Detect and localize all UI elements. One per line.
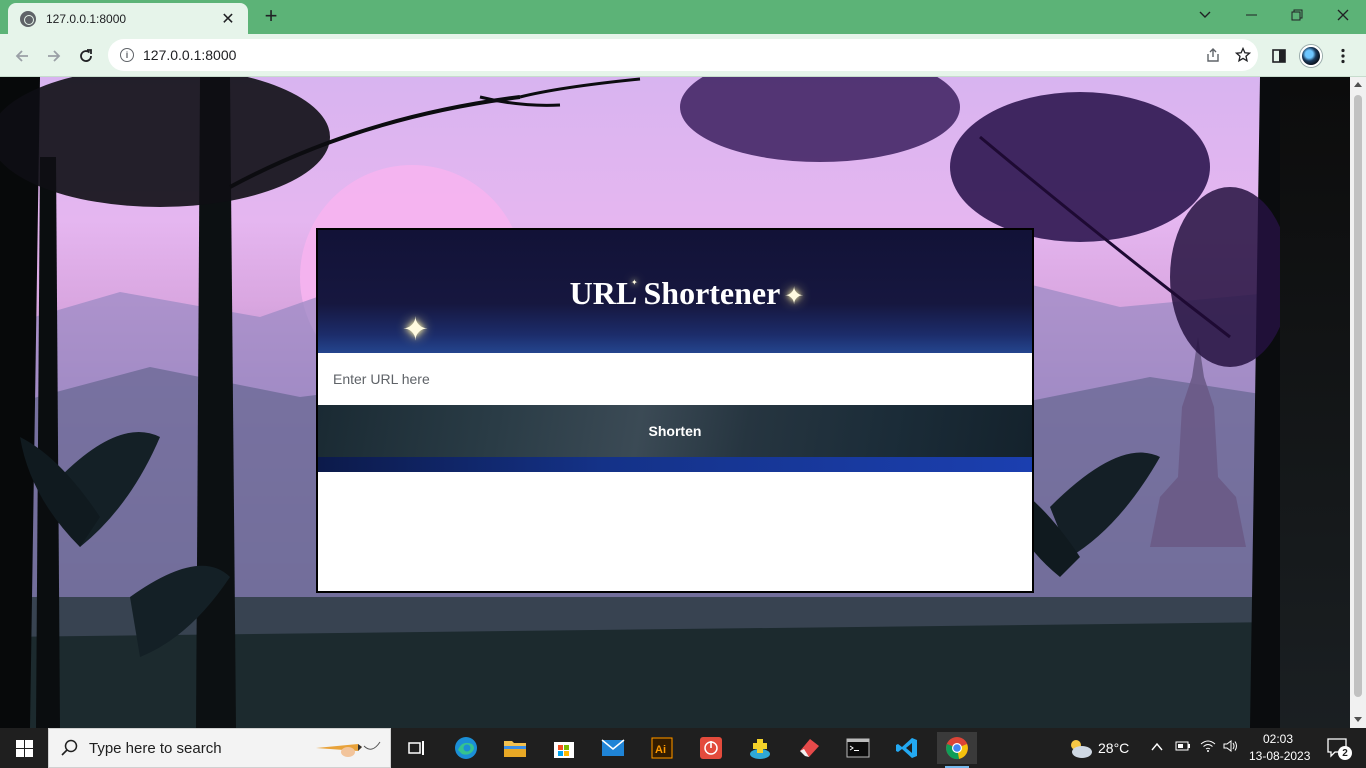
medkit-icon (750, 739, 770, 759)
search-highlight-pencil-icon (316, 741, 381, 757)
sparkle-icon: ✦ (631, 278, 638, 287)
sparkle-icon: ✦ (402, 311, 429, 347)
minimize-icon (1245, 14, 1257, 16)
reload-button[interactable] (73, 43, 99, 69)
share-icon[interactable] (1198, 40, 1228, 70)
clock-time[interactable]: 02:03 (1263, 732, 1293, 746)
search-placeholder[interactable]: Type here to search (89, 740, 222, 757)
reload-icon (80, 49, 92, 62)
page-viewport: ✦ ✦ ✦ URL Shortener Shorten (0, 77, 1350, 728)
back-button[interactable] (9, 43, 35, 69)
power-icon (700, 737, 722, 759)
background-edge (1280, 77, 1350, 728)
page-scrollbar[interactable] (1350, 77, 1366, 728)
globe-icon (20, 10, 36, 27)
profile-button[interactable] (1298, 43, 1324, 69)
volume-icon[interactable] (1223, 740, 1239, 755)
wifi-icon[interactable] (1200, 740, 1216, 755)
power-app[interactable] (691, 732, 731, 764)
arrow-right-icon (48, 50, 61, 62)
minimize-button[interactable] (1228, 0, 1274, 30)
partly-cloudy-icon (1071, 740, 1092, 758)
weather-temperature[interactable]: 28°C (1098, 740, 1129, 756)
start-button[interactable] (0, 728, 48, 768)
notification-center-button[interactable]: 2 (1318, 732, 1358, 764)
tab-title: 127.0.0.1:8000 (46, 11, 127, 26)
side-panel-button[interactable] (1266, 43, 1292, 69)
windows-taskbar: Type here to search Ai 28°C 02:03 13-08-… (0, 728, 1366, 768)
card-header: ✦ ✦ ✦ URL Shortener (318, 230, 1032, 353)
chrome-app[interactable] (937, 732, 977, 768)
close-window-button[interactable] (1320, 0, 1366, 30)
search-icon (61, 739, 78, 756)
address-bar[interactable]: i 127.0.0.1:8000 (108, 39, 1258, 71)
new-tab-button[interactable]: + (258, 4, 284, 30)
browser-tab-strip: 127.0.0.1:8000 ✕ + (0, 0, 1366, 34)
svg-text:Ai: Ai (655, 744, 666, 756)
weather-widget[interactable] (1060, 732, 1100, 764)
bookmark-star-icon[interactable] (1228, 40, 1258, 70)
browser-tab[interactable]: 127.0.0.1:8000 ✕ (8, 3, 248, 34)
result-area (318, 472, 1032, 591)
scroll-thumb[interactable] (1354, 95, 1362, 697)
page-title: URL Shortener (569, 274, 781, 311)
task-view-button[interactable] (396, 732, 436, 764)
forward-button[interactable] (41, 43, 67, 69)
chevron-down-icon (1199, 11, 1211, 18)
scroll-down-icon[interactable] (1354, 717, 1362, 722)
mail-app[interactable] (593, 732, 633, 764)
file-explorer-app[interactable] (495, 732, 535, 764)
store-icon (554, 742, 574, 758)
terminal-app[interactable] (838, 732, 878, 764)
side-panel-icon (1272, 49, 1286, 63)
url-shortener-card: ✦ ✦ ✦ URL Shortener Shorten (316, 228, 1034, 593)
restore-button[interactable] (1274, 0, 1320, 30)
browser-toolbar: i 127.0.0.1:8000 (0, 34, 1366, 77)
edge-app[interactable] (446, 732, 486, 764)
restore-icon (1291, 9, 1303, 21)
folder-icon (504, 741, 526, 757)
browser-menu-button[interactable] (1330, 43, 1356, 69)
task-view-icon (408, 741, 424, 755)
game-app[interactable] (740, 732, 780, 764)
vscode-icon (896, 738, 917, 758)
clock-date[interactable]: 13-08-2023 (1249, 749, 1310, 763)
close-icon (1337, 9, 1349, 21)
scroll-up-icon[interactable] (1354, 82, 1362, 87)
eraser-app[interactable] (789, 732, 829, 764)
notification-badge: 2 (1338, 746, 1352, 760)
sparkle-icon: ✦ (784, 283, 805, 310)
tab-close-button[interactable]: ✕ (218, 9, 238, 29)
edge-icon (455, 737, 477, 759)
info-icon[interactable]: i (120, 48, 134, 62)
chrome-icon (946, 737, 968, 760)
decorative-strip (318, 457, 1032, 472)
chevron-up-icon[interactable] (1151, 740, 1163, 755)
mail-icon (601, 739, 625, 756)
terminal-icon (846, 738, 870, 758)
battery-icon[interactable] (1175, 740, 1191, 755)
illustrator-app[interactable]: Ai (642, 732, 682, 764)
tab-search-button[interactable] (1182, 0, 1228, 30)
windows-logo-icon (15, 739, 33, 757)
store-app[interactable] (544, 732, 584, 764)
eraser-icon (800, 739, 819, 757)
vscode-app[interactable] (887, 732, 927, 764)
taskbar-search[interactable]: Type here to search (48, 728, 391, 768)
avatar (1300, 45, 1322, 67)
address-text[interactable]: 127.0.0.1:8000 (143, 47, 1198, 63)
shorten-button[interactable]: Shorten (318, 405, 1032, 457)
arrow-left-icon (15, 50, 28, 62)
url-input[interactable] (318, 353, 1032, 405)
illustrator-icon: Ai (651, 737, 673, 759)
more-vert-icon (1341, 48, 1345, 64)
